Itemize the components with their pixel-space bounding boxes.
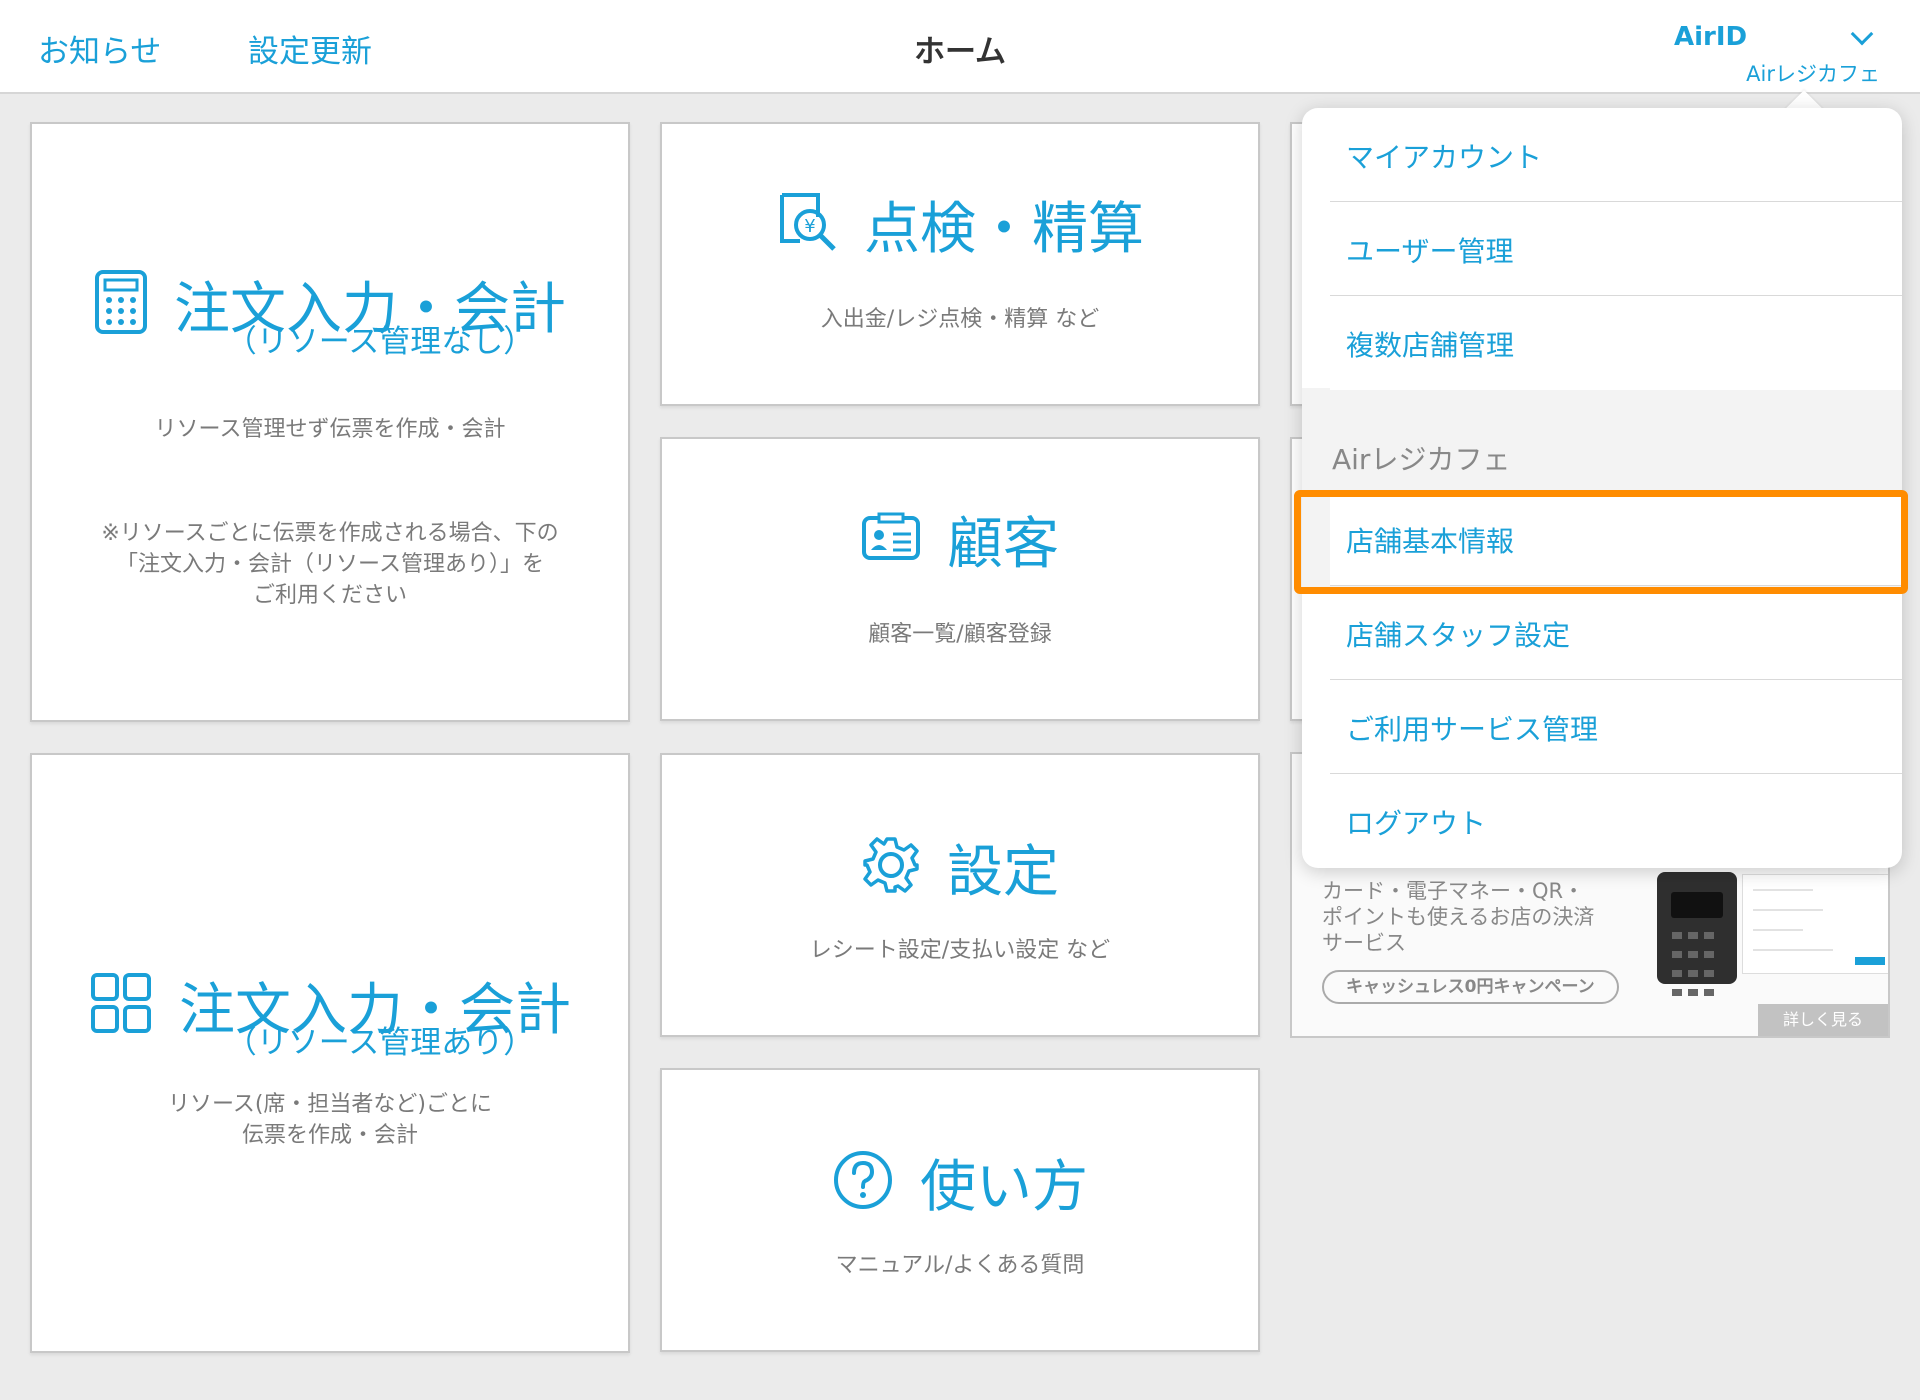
menu-item-store-basic-info[interactable]: 店舗基本情報: [1330, 492, 1902, 586]
menu-item-label: マイアカウント: [1346, 141, 1543, 174]
card-reader-keys: [1669, 926, 1725, 1002]
menu-item-logout[interactable]: ログアウト: [1330, 774, 1902, 868]
svg-text:¥: ¥: [804, 216, 815, 237]
menu-item-my-account[interactable]: マイアカウント: [1330, 108, 1902, 202]
ad-text-line-2: ポイントも使えるお店の決済: [1322, 905, 1595, 929]
tile-description: レシート設定/支払い設定 など: [809, 938, 1111, 963]
card-reader-screen: [1671, 892, 1723, 918]
menu-section-store-title: Airレジカフェ: [1332, 443, 1511, 476]
tile-title: 顧客: [947, 511, 1059, 577]
see-more-button[interactable]: 詳しく見る: [1758, 1004, 1888, 1036]
account-menu-toggle[interactable]: AirID Airレジカフェ: [1650, 20, 1880, 86]
settings-tile[interactable]: 設定 レシート設定/支払い設定 など: [660, 753, 1260, 1037]
customer-card-icon: [861, 512, 921, 566]
tile-title: 設定: [947, 839, 1059, 905]
tile-description: 入出金/レジ点検・精算 など: [820, 307, 1100, 332]
menu-item-user-management[interactable]: ユーザー管理: [1330, 202, 1902, 296]
receipt-search-icon: ¥: [776, 191, 838, 257]
order-entry-no-resource-tile[interactable]: 注文入力・会計 （リソース管理なし） リソース管理せず伝票を作成・会計 ※リソー…: [30, 122, 630, 722]
tile-header: 顧客: [662, 499, 1258, 579]
gear-icon: [861, 835, 921, 899]
menu-item-label: 複数店舗管理: [1346, 329, 1515, 362]
tile-subtitle: （リソース管理なし）: [225, 324, 535, 360]
tile-subtitle: （リソース管理あり）: [225, 1025, 535, 1061]
menu-item-label: 店舗基本情報: [1346, 525, 1515, 558]
tile-description: マニュアル/よくある質問: [835, 1253, 1085, 1278]
menu-item-label: ログアウト: [1346, 807, 1487, 840]
tile-description-line-2: 伝票を作成・会計: [241, 1123, 418, 1148]
account-store-name: Airレジカフェ: [1746, 62, 1880, 86]
tile-title: 使い方: [920, 1154, 1088, 1220]
tile-header: ¥ 点検・精算: [662, 184, 1258, 264]
ad-text: カード・電子マネー・QR・ ポイントも使えるお店の決済 サービス: [1322, 878, 1662, 956]
tile-description-line-1: リソース(席・担当者など)ごとに: [167, 1092, 493, 1117]
cashless-campaign-button[interactable]: キャッシュレス0円キャンペーン: [1322, 970, 1619, 1004]
tile-header: 設定: [662, 827, 1258, 907]
menu-item-label: ユーザー管理: [1346, 235, 1514, 268]
settings-update-link[interactable]: 設定更新: [248, 26, 372, 71]
customer-tile[interactable]: 顧客 顧客一覧/顧客登録: [660, 437, 1260, 721]
menu-item-label: ご利用サービス管理: [1346, 713, 1599, 746]
tile-title: 点検・精算: [864, 196, 1144, 262]
account-dropdown-menu: マイアカウント ユーザー管理 複数店舗管理 Airレジカフェ 店舗基本情報 店舗…: [1302, 108, 1902, 868]
ad-text-line-1: カード・電子マネー・QR・: [1322, 879, 1585, 903]
question-icon: [832, 1149, 894, 1215]
tile-note-line-2: 「注文入力・会計（リソース管理あり）」を: [116, 552, 544, 577]
tile-description: 顧客一覧/顧客登録: [868, 622, 1052, 647]
order-entry-with-resource-tile[interactable]: 注文入力・会計 （リソース管理あり） リソース(席・担当者など)ごとに 伝票を作…: [30, 753, 630, 1353]
tile-note-line-1: ※リソースごとに伝票を作成される場合、下の: [101, 521, 559, 546]
notice-link[interactable]: お知らせ: [38, 26, 161, 71]
menu-item-multi-store-management[interactable]: 複数店舗管理: [1330, 296, 1902, 390]
chevron-down-icon: [1850, 22, 1874, 46]
howto-tile[interactable]: 使い方 マニュアル/よくある質問: [660, 1068, 1260, 1352]
airid-label: AirID: [1674, 22, 1748, 52]
ad-text-line-3: サービス: [1322, 931, 1406, 955]
menu-item-label: 店舗スタッフ設定: [1346, 619, 1571, 652]
inspection-settlement-tile[interactable]: ¥ 点検・精算 入出金/レジ点検・精算 など: [660, 122, 1260, 406]
tile-description: リソース管理せず伝票を作成・会計: [154, 417, 506, 442]
header-bar: お知らせ 設定更新 ホーム AirID Airレジカフェ: [0, 0, 1920, 94]
menu-item-store-staff-settings[interactable]: 店舗スタッフ設定: [1330, 586, 1902, 680]
tablet-image: [1742, 874, 1888, 974]
menu-item-service-management[interactable]: ご利用サービス管理: [1330, 680, 1902, 774]
tile-note-line-3: ご利用ください: [252, 583, 407, 608]
card-reader-image: [1657, 872, 1737, 996]
tile-header: 使い方: [662, 1142, 1258, 1222]
